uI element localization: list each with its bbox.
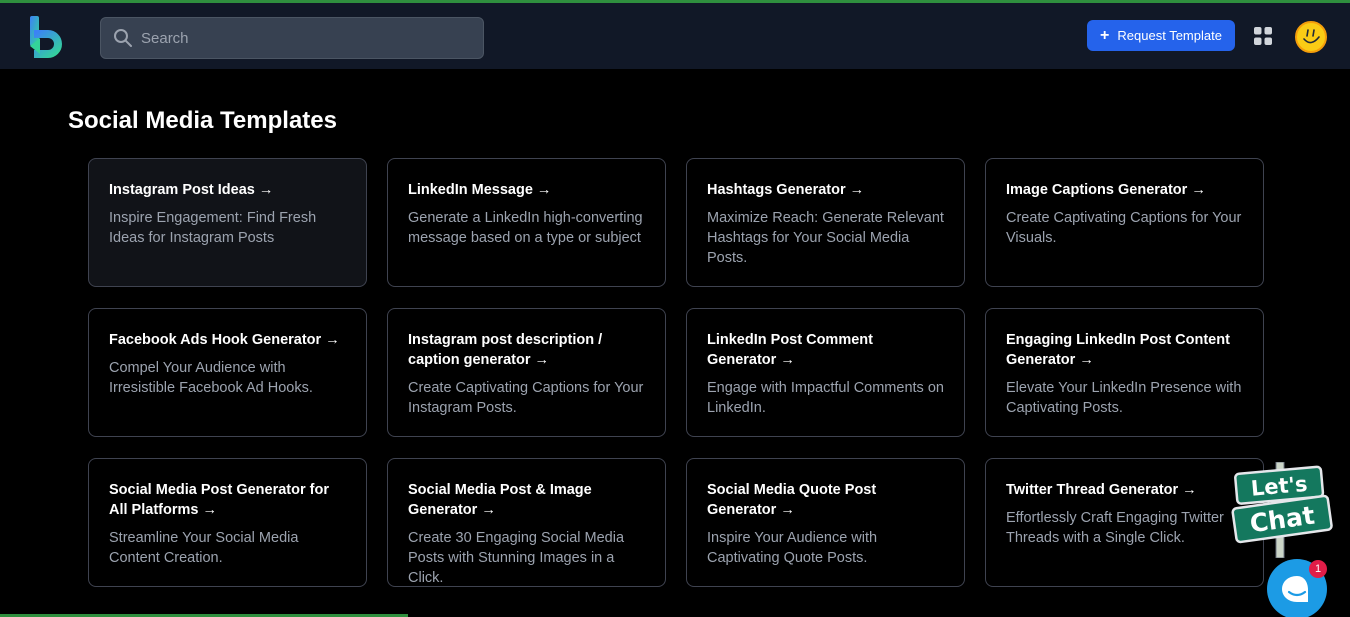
smiley-face-icon bbox=[1303, 29, 1320, 44]
template-card-description: Generate a LinkedIn high-converting mess… bbox=[408, 210, 643, 246]
template-card-title[interactable]: Social Media Post & Image Generator → bbox=[408, 480, 645, 520]
template-card-title[interactable]: LinkedIn Post Comment Generator → bbox=[707, 330, 944, 370]
template-card[interactable]: Twitter Thread Generator → Effortlessly … bbox=[985, 458, 1264, 587]
template-card-title[interactable]: Facebook Ads Hook Generator → bbox=[109, 330, 346, 350]
search-icon bbox=[114, 29, 132, 47]
template-card-description: Create 30 Engaging Social Media Posts wi… bbox=[408, 530, 625, 586]
template-card[interactable]: Engaging LinkedIn Post Content Generator… bbox=[985, 308, 1264, 437]
template-card[interactable]: LinkedIn Message → Generate a LinkedIn h… bbox=[387, 158, 666, 287]
plus-icon: + bbox=[1100, 26, 1110, 44]
apps-grid-icon[interactable] bbox=[1254, 27, 1272, 45]
template-card-title[interactable]: Social Media Post Generator for All Plat… bbox=[109, 480, 346, 520]
template-card-title[interactable]: Engaging LinkedIn Post Content Generator… bbox=[1006, 330, 1243, 370]
template-card-title[interactable]: Social Media Quote Post Generator → bbox=[707, 480, 944, 520]
template-card[interactable]: LinkedIn Post Comment Generator → Engage… bbox=[686, 308, 965, 437]
template-card-title[interactable]: Twitter Thread Generator → bbox=[1006, 480, 1243, 500]
template-card-description: Compel Your Audience with Irresistible F… bbox=[109, 360, 313, 396]
template-card-description: Inspire Your Audience with Captivating Q… bbox=[707, 530, 878, 566]
request-template-button[interactable]: + Request Template bbox=[1087, 20, 1235, 51]
lets-chat-line1: Let's bbox=[1250, 472, 1308, 501]
template-card-title[interactable]: Hashtags Generator → bbox=[707, 180, 944, 200]
page-title: Social Media Templates bbox=[68, 107, 337, 134]
template-card-description: Create Captivating Captions for Your Ins… bbox=[408, 380, 644, 416]
template-card[interactable]: Social Media Quote Post Generator → Insp… bbox=[686, 458, 965, 587]
user-avatar[interactable] bbox=[1295, 21, 1327, 53]
template-card-title[interactable]: Instagram Post Ideas → bbox=[109, 180, 346, 200]
template-card-grid: Instagram Post Ideas → Inspire Engagemen… bbox=[88, 158, 1264, 587]
top-header: + Request Template bbox=[0, 3, 1350, 69]
template-card-description: Maximize Reach: Generate Relevant Hashta… bbox=[707, 210, 944, 266]
template-card-description: Elevate Your LinkedIn Presence with Capt… bbox=[1006, 380, 1242, 416]
template-card-description: Inspire Engagement: Find Fresh Ideas for… bbox=[109, 210, 317, 246]
template-card-description: Streamline Your Social Media Content Cre… bbox=[109, 530, 299, 566]
template-card[interactable]: Facebook Ads Hook Generator → Compel You… bbox=[88, 308, 367, 437]
template-card[interactable]: Hashtags Generator → Maximize Reach: Gen… bbox=[686, 158, 965, 287]
template-card-title[interactable]: LinkedIn Message → bbox=[408, 180, 645, 200]
template-card[interactable]: Image Captions Generator → Create Captiv… bbox=[985, 158, 1264, 287]
template-card[interactable]: Social Media Post Generator for All Plat… bbox=[88, 458, 367, 587]
lets-chat-sign[interactable]: Let's Chat bbox=[1230, 462, 1334, 558]
template-card[interactable]: Social Media Post & Image Generator → Cr… bbox=[387, 458, 666, 587]
brand-logo-icon[interactable] bbox=[28, 16, 62, 58]
template-card-description: Effortlessly Craft Engaging Twitter Thre… bbox=[1006, 510, 1224, 546]
template-card-description: Engage with Impactful Comments on Linked… bbox=[707, 380, 944, 416]
template-card[interactable]: Instagram Post Ideas → Inspire Engagemen… bbox=[88, 158, 367, 287]
template-card[interactable]: Instagram post description / caption gen… bbox=[387, 308, 666, 437]
search-input[interactable] bbox=[141, 18, 471, 58]
template-card-title[interactable]: Instagram post description / caption gen… bbox=[408, 330, 645, 370]
search-box[interactable] bbox=[100, 17, 484, 59]
request-template-label: Request Template bbox=[1117, 28, 1222, 43]
template-card-title[interactable]: Image Captions Generator → bbox=[1006, 180, 1243, 200]
template-card-description: Create Captivating Captions for Your Vis… bbox=[1006, 210, 1242, 246]
chat-notification-badge: 1 bbox=[1309, 560, 1327, 578]
